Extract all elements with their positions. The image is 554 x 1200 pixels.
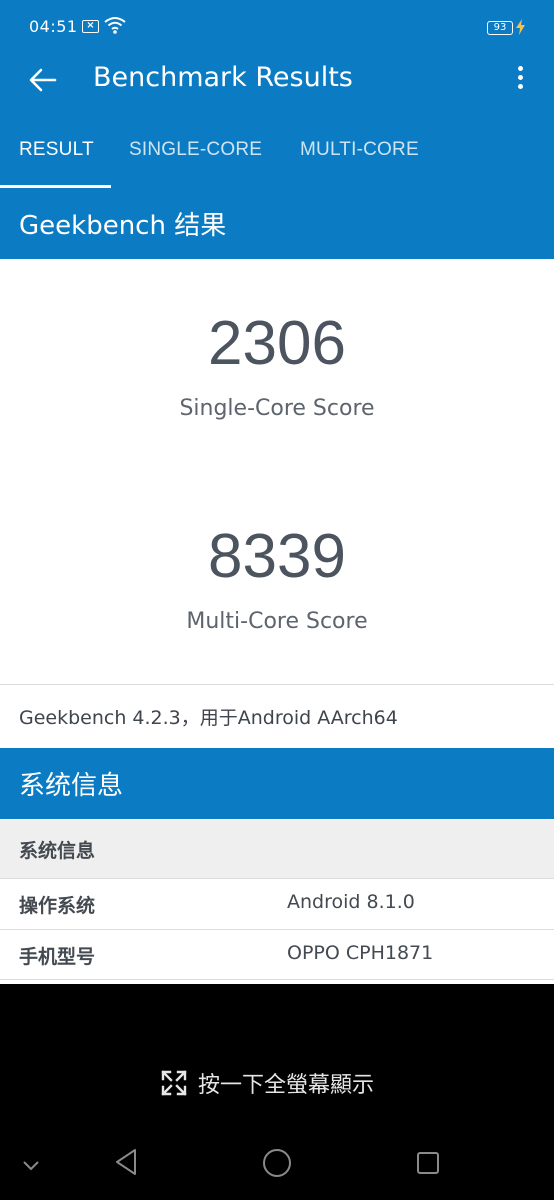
- model-label: 手机型号: [19, 946, 96, 968]
- chevron-down-icon[interactable]: [22, 1157, 40, 1176]
- results-section-header: Geekbench 结果: [0, 188, 554, 259]
- arrow-left-icon[interactable]: [28, 66, 58, 94]
- system-table-header: 系统信息: [0, 820, 554, 878]
- fullscreen-overlay: 按一下全螢幕顯示: [0, 984, 554, 1200]
- os-value: Android 8.1.0: [287, 891, 415, 913]
- divider: [0, 929, 554, 930]
- expand-icon: [161, 1070, 187, 1100]
- home-circle-icon[interactable]: [262, 1148, 292, 1182]
- results-section-title: Geekbench 结果: [19, 211, 227, 241]
- tab-multi-core[interactable]: MULTI-CORE: [300, 139, 419, 161]
- divider: [0, 979, 554, 980]
- tab-result[interactable]: RESULT: [19, 139, 94, 161]
- model-value: OPPO CPH1871: [287, 942, 434, 964]
- bolt-icon: [516, 19, 525, 39]
- version-text: Geekbench 4.2.3，用于Android AArch64: [19, 707, 398, 729]
- status-bar: 04:51 × 93: [0, 0, 554, 56]
- app-bar: Benchmark Results: [0, 56, 554, 104]
- multi-core-score: 8339: [208, 522, 346, 591]
- os-label: 操作系统: [19, 895, 96, 917]
- more-vertical-icon[interactable]: [510, 64, 530, 96]
- wifi-icon: [104, 15, 126, 39]
- tab-bar: RESULT SINGLE-CORE MULTI-CORE: [0, 104, 554, 188]
- x-box-icon: ×: [82, 20, 99, 33]
- back-triangle-icon[interactable]: [114, 1148, 138, 1180]
- recents-square-icon[interactable]: [416, 1151, 440, 1179]
- system-section-header: 系统信息: [0, 748, 554, 819]
- single-core-score: 2306: [208, 309, 346, 378]
- single-core-label: Single-Core Score: [179, 396, 375, 421]
- divider: [0, 684, 554, 685]
- tab-single-core[interactable]: SINGLE-CORE: [129, 139, 262, 161]
- system-table-header-label: 系统信息: [19, 840, 96, 862]
- multi-core-label: Multi-Core Score: [186, 609, 368, 634]
- system-section-title: 系统信息: [19, 771, 124, 801]
- divider: [0, 878, 554, 879]
- battery-icon: 93: [487, 21, 513, 35]
- status-time: 04:51: [29, 17, 78, 36]
- fullscreen-label: 按一下全螢幕顯示: [198, 1073, 375, 1098]
- page-title: Benchmark Results: [93, 62, 353, 93]
